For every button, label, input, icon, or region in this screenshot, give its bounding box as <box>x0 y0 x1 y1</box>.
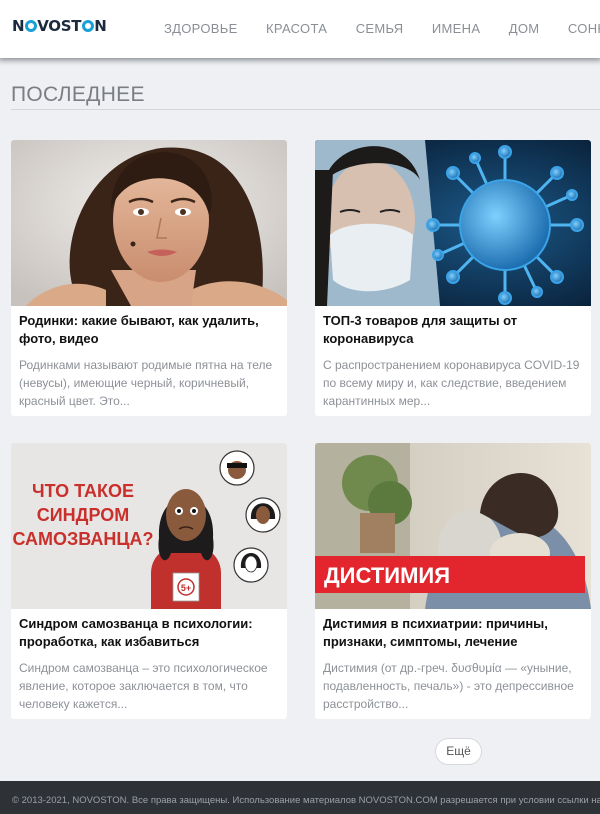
article-excerpt: Родинками называют родимые пятна на теле… <box>19 358 273 408</box>
nav-item-home[interactable]: ДОМ <box>509 21 540 36</box>
footer-copyright: © 2013-2021, NOVOSTON. Все права защищен… <box>12 795 600 806</box>
image-text-line: САМОЗВАНЦА? <box>12 529 153 549</box>
header-shadow <box>0 58 600 66</box>
article-image-impostor-syndrome[interactable]: ЧТО ТАКОЕ СИНДРОМ САМОЗВАНЦА? 5+ <box>11 443 287 609</box>
logo-ring-icon <box>24 20 37 32</box>
article-card[interactable]: ДИСТИМИЯ Дистимия в психиатрии: причины,… <box>315 443 591 719</box>
article-title[interactable]: ТОП-3 товаров для защиты от коронавируса <box>323 312 585 348</box>
nav-item-dreambook[interactable]: СОННИК <box>568 21 600 36</box>
article-image-coronavirus[interactable] <box>315 140 591 306</box>
site-footer: © 2013-2021, NOVOSTON. Все права защищен… <box>0 781 600 814</box>
nav-item-health[interactable]: ЗДОРОВЬЕ <box>164 21 238 36</box>
article-title[interactable]: Дистимия в психиатрии: причины, признаки… <box>323 615 585 651</box>
article-image-dysthymia[interactable]: ДИСТИМИЯ <box>315 443 591 609</box>
article-card[interactable]: ТОП-3 товаров для защиты от коронавируса… <box>315 140 591 416</box>
section-title: ПОСЛЕДНЕЕ <box>11 83 145 106</box>
article-card[interactable]: Родинки: какие бывают, как удалить, фото… <box>11 140 287 416</box>
load-more-button[interactable]: Ещё <box>435 738 482 765</box>
grade-badge: 5+ <box>181 583 191 593</box>
logo-ring-icon <box>81 20 94 32</box>
main-nav: ЗДОРОВЬЕ КРАСОТА СЕМЬЯ ИМЕНА ДОМ СОННИК <box>164 20 600 38</box>
article-excerpt: С распространением коронавируса COVID-19… <box>323 358 580 408</box>
site-header: N VOST N ЗДОРОВЬЕ КРАСОТА СЕМЬЯ ИМЕНА ДОМ … <box>0 0 600 58</box>
section-divider <box>11 109 600 110</box>
site-logo[interactable]: N VOST N <box>12 17 107 35</box>
article-title[interactable]: Родинки: какие бывают, как удалить, фото… <box>19 312 281 348</box>
image-text-line: СИНДРОМ <box>37 505 130 525</box>
nav-item-family[interactable]: СЕМЬЯ <box>356 21 404 36</box>
nav-item-names[interactable]: ИМЕНА <box>432 21 480 36</box>
article-image-woman-portrait[interactable] <box>11 140 287 306</box>
image-text-line: ЧТО ТАКОЕ <box>32 481 134 501</box>
article-excerpt: Синдром самозванца – это психологическое… <box>19 661 268 711</box>
nav-item-beauty[interactable]: КРАСОТА <box>266 21 327 36</box>
logo-text: N VOST N <box>12 17 107 35</box>
article-title[interactable]: Синдром самозванца в психологии: прорабо… <box>19 615 281 651</box>
article-card[interactable]: ЧТО ТАКОЕ СИНДРОМ САМОЗВАНЦА? 5+ Синдром… <box>11 443 287 719</box>
article-excerpt: Дистимия (от др.-греч. δυσθυμία — «уныни… <box>323 661 574 711</box>
image-banner-text: ДИСТИМИЯ <box>324 563 450 588</box>
